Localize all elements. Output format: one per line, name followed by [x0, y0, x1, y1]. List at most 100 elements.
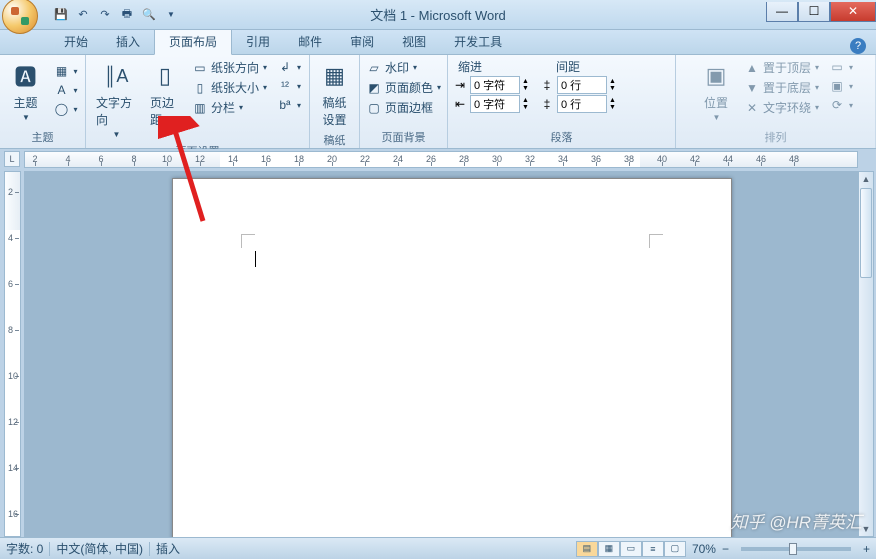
- orientation-button[interactable]: ▭纸张方向▾: [188, 58, 271, 77]
- margins-button[interactable]: ▯ 页边距▼: [144, 58, 186, 141]
- space-before-icon: ‡: [539, 78, 555, 92]
- indent-right-icon: ⇤: [452, 97, 468, 111]
- status-mode[interactable]: 插入: [156, 540, 180, 557]
- zoom-slider[interactable]: [741, 547, 851, 551]
- indent-right-field[interactable]: ⇤ ▲▼: [452, 95, 529, 113]
- hyphenation-button[interactable]: bª▾: [273, 96, 305, 114]
- align-button: ▭▾: [825, 58, 857, 76]
- size-button[interactable]: ▯纸张大小▾: [188, 78, 271, 97]
- position-icon: ▣: [700, 60, 732, 92]
- zoom-knob[interactable]: [789, 543, 797, 555]
- undo-icon[interactable]: ↶: [74, 6, 92, 24]
- colors-icon: ▦: [54, 63, 70, 79]
- view-print-layout[interactable]: ▤: [576, 541, 598, 557]
- watermark-button[interactable]: ▱水印▾: [362, 58, 445, 77]
- spinner-icon[interactable]: ▲▼: [609, 97, 616, 111]
- minimize-button[interactable]: —: [766, 2, 798, 22]
- status-language[interactable]: 中文(简体, 中国): [56, 540, 143, 557]
- view-web[interactable]: ▭: [620, 541, 642, 557]
- margins-icon: ▯: [149, 60, 181, 92]
- scroll-thumb[interactable]: [860, 188, 872, 278]
- themes-icon: 🅰: [10, 60, 42, 92]
- page[interactable]: [172, 178, 732, 537]
- align-icon: ▭: [829, 59, 845, 75]
- columns-icon: ▥: [192, 100, 208, 116]
- scroll-up-icon[interactable]: ▲: [859, 172, 873, 186]
- save-icon[interactable]: 💾: [52, 6, 70, 24]
- printpreview-icon[interactable]: 🔍: [140, 6, 158, 24]
- draft-settings-button[interactable]: ▦ 稿纸 设置: [313, 58, 357, 130]
- indent-left-field[interactable]: ⇥ ▲▼: [452, 76, 529, 94]
- line-numbers-button[interactable]: ¹²▾: [273, 77, 305, 95]
- view-draft[interactable]: ▢: [664, 541, 686, 557]
- status-words[interactable]: 字数: 0: [6, 540, 43, 557]
- tab-insert[interactable]: 插入: [102, 28, 154, 54]
- text-direction-icon: ║A: [100, 60, 132, 92]
- help-icon[interactable]: ?: [850, 38, 866, 54]
- space-after-field[interactable]: ‡ ▲▼: [539, 95, 616, 113]
- bring-front-icon: ▲: [744, 60, 760, 76]
- position-button: ▣ 位置▼: [694, 58, 738, 124]
- page-color-button[interactable]: ◩页面颜色▾: [362, 78, 445, 97]
- tab-references[interactable]: 引用: [232, 28, 284, 54]
- page-borders-icon: ▢: [366, 100, 382, 116]
- watermark-icon: ▱: [366, 60, 382, 76]
- group-label: 稿纸: [314, 130, 355, 151]
- ribbon: 🅰 主题 ▼ ▦▾ A▾ ◯▾ 主题 ║A 文字方向▼ ▯ 页边距▼ ▭纸张方: [0, 55, 876, 149]
- group-themes: 🅰 主题 ▼ ▦▾ A▾ ◯▾ 主题: [0, 55, 86, 148]
- group-button: ▣▾: [825, 77, 857, 95]
- theme-fonts-button[interactable]: A▾: [50, 81, 82, 99]
- effects-icon: ◯: [54, 101, 70, 117]
- group-label: 主题: [4, 127, 81, 148]
- size-icon: ▯: [192, 80, 208, 96]
- margin-mark-icon: [241, 234, 255, 248]
- close-button[interactable]: ✕: [830, 2, 876, 22]
- tab-developer[interactable]: 开发工具: [440, 28, 516, 54]
- text-cursor: [255, 251, 256, 267]
- tab-mailings[interactable]: 邮件: [284, 28, 336, 54]
- breaks-icon: ↲: [277, 59, 293, 75]
- columns-button[interactable]: ▥分栏▾: [188, 98, 271, 117]
- view-fullscreen[interactable]: ▦: [598, 541, 620, 557]
- bring-front-button: ▲置于顶层▾: [740, 58, 823, 77]
- tab-home[interactable]: 开始: [50, 28, 102, 54]
- zoom-in-button[interactable]: +: [863, 542, 870, 556]
- breaks-button[interactable]: ↲▾: [273, 58, 305, 76]
- orientation-icon: ▭: [192, 60, 208, 76]
- zoom-percent[interactable]: 70%: [692, 542, 716, 556]
- themes-button[interactable]: 🅰 主题 ▼: [4, 58, 48, 124]
- view-outline[interactable]: ≡: [642, 541, 664, 557]
- send-back-icon: ▼: [744, 80, 760, 96]
- spinner-icon[interactable]: ▲▼: [522, 78, 529, 92]
- office-button[interactable]: [2, 0, 38, 34]
- ruler-corner[interactable]: L: [4, 151, 20, 167]
- maximize-button[interactable]: ☐: [798, 2, 830, 22]
- ruler-horizontal[interactable]: 2468101214161820222426283032343638404244…: [24, 151, 858, 168]
- tab-pagelayout[interactable]: 页面布局: [154, 27, 232, 55]
- document-area[interactable]: [24, 171, 858, 537]
- status-bar: 字数: 0 中文(简体, 中国) 插入 ▤ ▦ ▭ ≡ ▢ 70% − +: [0, 537, 876, 559]
- vertical-scrollbar[interactable]: ▲ ▼: [858, 171, 874, 537]
- space-before-field[interactable]: ‡ ▲▼: [539, 76, 616, 94]
- tab-view[interactable]: 视图: [388, 28, 440, 54]
- indent-left-icon: ⇥: [452, 78, 468, 92]
- tab-review[interactable]: 审阅: [336, 28, 388, 54]
- ruler-vertical[interactable]: 246810121416: [4, 171, 21, 537]
- qat-dropdown-icon[interactable]: ▼: [162, 6, 180, 24]
- theme-effects-button[interactable]: ◯▾: [50, 100, 82, 118]
- spinner-icon[interactable]: ▲▼: [522, 97, 529, 111]
- group-page-setup: ║A 文字方向▼ ▯ 页边距▼ ▭纸张方向▾ ▯纸张大小▾ ▥分栏▾ ↲▾ ¹²…: [86, 55, 310, 148]
- space-after-icon: ‡: [539, 97, 555, 111]
- indent-heading: 缩进: [458, 58, 482, 75]
- quickprint-icon[interactable]: 🖶: [118, 6, 136, 24]
- redo-icon[interactable]: ↷: [96, 6, 114, 24]
- theme-colors-button[interactable]: ▦▾: [50, 62, 82, 80]
- ribbon-tabs: 开始 插入 页面布局 引用 邮件 审阅 视图 开发工具 ?: [0, 30, 876, 55]
- page-borders-button[interactable]: ▢页面边框: [362, 98, 445, 117]
- zoom-out-button[interactable]: −: [722, 542, 729, 556]
- scroll-down-icon[interactable]: ▼: [859, 522, 873, 536]
- spacing-heading: 间距: [556, 58, 580, 75]
- text-direction-button[interactable]: ║A 文字方向▼: [90, 58, 142, 141]
- window-buttons: — ☐ ✕: [766, 8, 876, 22]
- spinner-icon[interactable]: ▲▼: [609, 78, 616, 92]
